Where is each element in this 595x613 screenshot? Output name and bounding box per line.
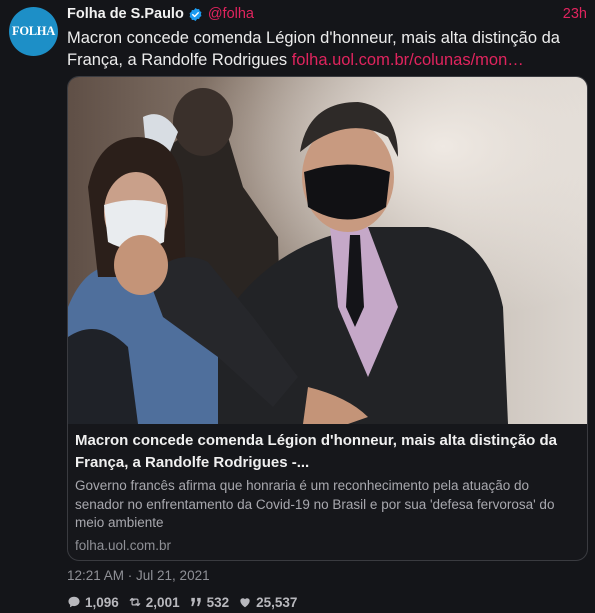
reply-icon [68, 596, 80, 608]
quote-count: 532 [206, 594, 230, 610]
card-description: Governo francês afirma que honraria é um… [75, 478, 555, 530]
reply-count: 1,096 [85, 594, 119, 610]
card-body: Macron concede comenda Légion d'honneur,… [75, 430, 580, 553]
account-handle[interactable]: @folha [208, 6, 254, 22]
retweet-count: 2,001 [145, 594, 180, 610]
tweet-text: Macron concede comenda Légion d'honneur,… [67, 27, 587, 71]
avatar-logo-text: FOLHA [12, 24, 55, 38]
heart-icon [240, 598, 250, 608]
quote-icon [190, 597, 201, 607]
like-stat[interactable]: 25,537 [238, 595, 297, 610]
card-title[interactable]: Macron concede comenda Légion d'honneur,… [75, 430, 580, 474]
account-name[interactable]: Folha de S.Paulo [67, 6, 184, 22]
like-count: 25,537 [256, 594, 298, 610]
verified-badge-icon [189, 7, 202, 21]
tweet-link[interactable]: folha.uol.com.br/colunas/mon… [292, 51, 524, 69]
link-card[interactable]: Macron concede comenda Légion d'honneur,… [67, 76, 588, 561]
tweet-timestamp[interactable]: 12:21 AM · Jul 21, 2021 [67, 568, 210, 583]
card-image[interactable] [68, 77, 587, 424]
engagement-stats: 1,096 2,001 532 25,537 [67, 592, 306, 612]
card-domain: folha.uol.com.br [75, 537, 172, 553]
retweet-stat[interactable]: 2,001 [128, 595, 180, 610]
retweet-icon [129, 597, 141, 607]
avatar[interactable]: FOLHA [9, 7, 58, 56]
reply-stat[interactable]: 1,096 [67, 595, 119, 610]
tweet-header: Folha de S.Paulo @folha 23h [67, 4, 587, 24]
card-photo [68, 77, 587, 424]
quote-stat[interactable]: 532 [189, 594, 230, 610]
tweet-time[interactable]: 23h [563, 6, 587, 22]
